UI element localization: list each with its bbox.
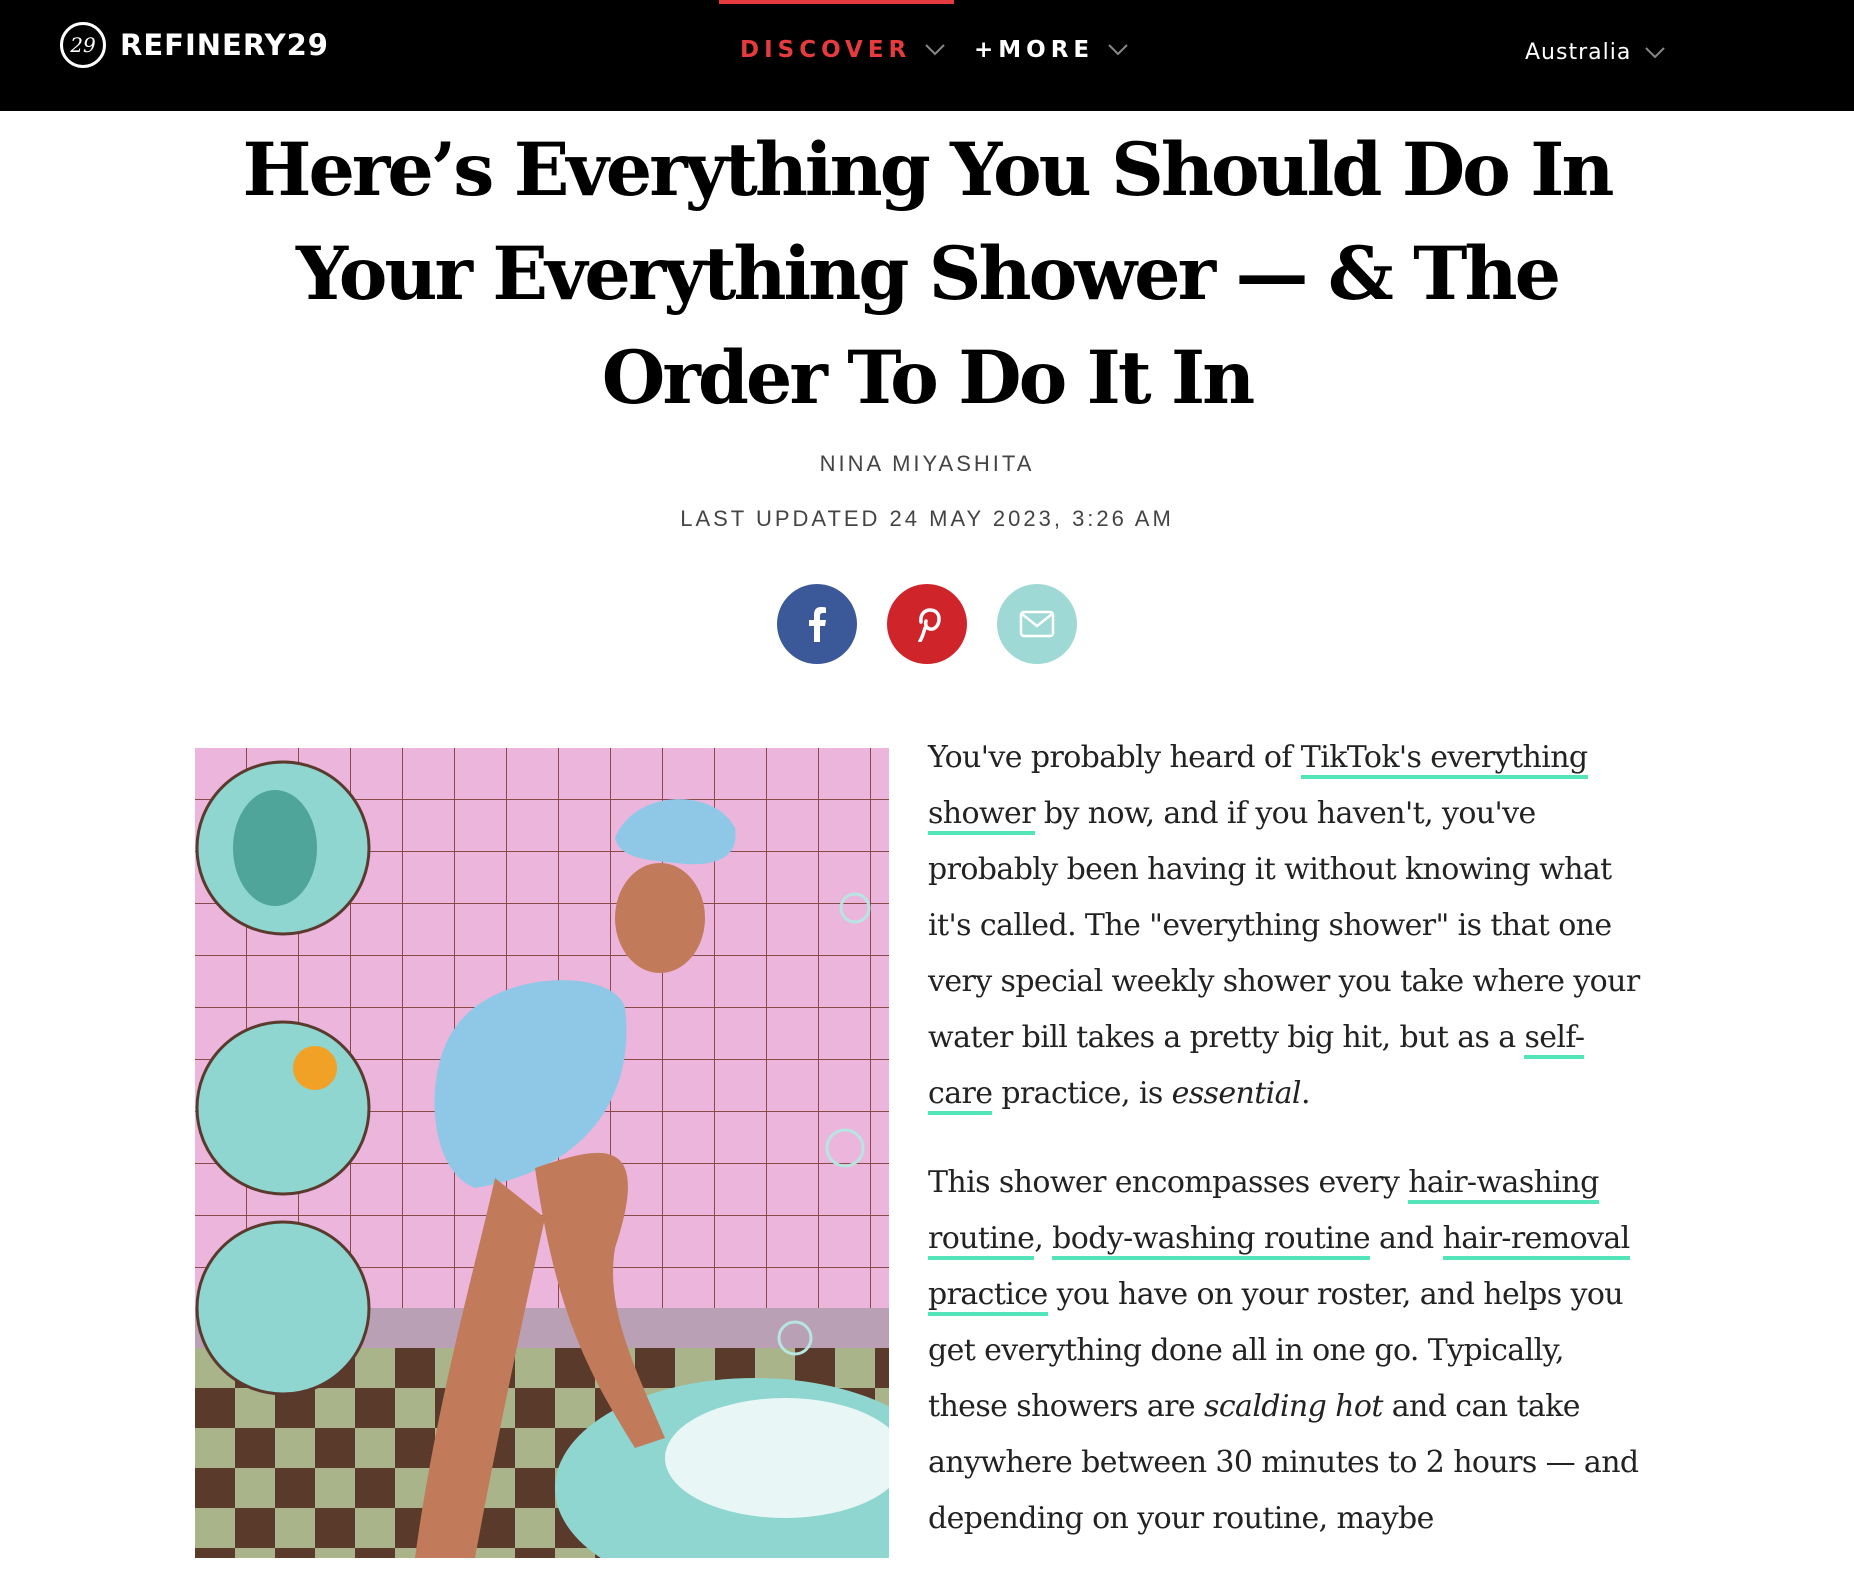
nav-discover-label: DISCOVER	[740, 37, 912, 63]
text-run: practice, is	[992, 1076, 1172, 1111]
share-email-button[interactable]	[997, 584, 1077, 664]
article-illustration	[195, 748, 889, 1558]
nav-discover[interactable]: DISCOVER	[740, 37, 945, 63]
mail-icon	[1019, 610, 1055, 638]
author-byline[interactable]: NINA MIYASHITA	[0, 451, 1854, 477]
share-facebook-button[interactable]	[777, 584, 857, 664]
refinery29-logo[interactable]: 29 REFINERY29	[60, 22, 329, 68]
text-run: .	[1300, 1076, 1311, 1111]
facebook-icon	[809, 607, 826, 642]
chevron-down-icon	[1108, 44, 1128, 56]
link-body-washing-routine[interactable]: body-washing routine	[1052, 1221, 1371, 1260]
article-paragraph: This shower encompasses every hair-washi…	[928, 1155, 1648, 1547]
region-label: Australia	[1525, 40, 1632, 65]
article-paragraph: You've probably heard of TikTok's everyt…	[928, 730, 1648, 1122]
logo-text: REFINERY29	[120, 28, 329, 62]
article-body: You've probably heard of TikTok's everyt…	[928, 730, 1648, 1580]
logo-mark-icon: 29	[60, 22, 106, 68]
pinterest-icon	[918, 608, 941, 642]
share-pinterest-button[interactable]	[887, 584, 967, 664]
text-run: You've probably heard of	[928, 740, 1301, 775]
region-selector[interactable]: Australia	[1525, 40, 1666, 65]
text-run: ,	[1034, 1221, 1053, 1256]
chevron-down-icon	[925, 44, 945, 56]
active-nav-indicator	[719, 0, 954, 4]
emphasis-text: scalding hot	[1204, 1389, 1383, 1424]
updated-timestamp: LAST UPDATED 24 MAY 2023, 3:26 AM	[680, 506, 1174, 531]
text-run: and	[1370, 1221, 1443, 1256]
chevron-down-icon	[1645, 46, 1666, 59]
text-run: This shower encompasses every	[928, 1165, 1409, 1200]
nav-more-label: +MORE	[974, 37, 1095, 63]
article-title: Here’s Everything You Should Do In Your …	[242, 127, 1614, 421]
nav-more[interactable]: +MORE	[974, 37, 1128, 63]
top-nav-bar: 29 REFINERY29 DISCOVER +MORE Australia	[0, 0, 1854, 111]
emphasis-text: essential	[1171, 1076, 1302, 1111]
